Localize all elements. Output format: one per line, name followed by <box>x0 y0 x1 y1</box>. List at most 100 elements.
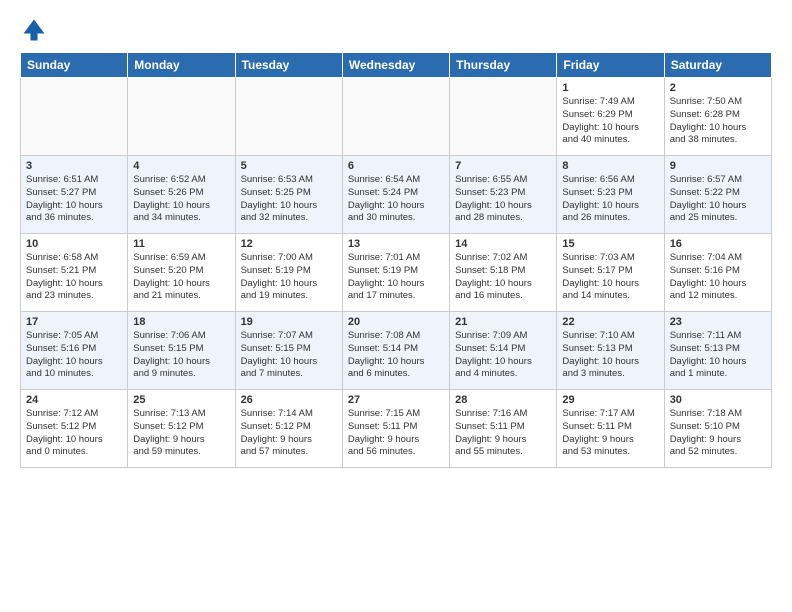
calendar-cell: 15Sunrise: 7:03 AM Sunset: 5:17 PM Dayli… <box>557 234 664 312</box>
page: SundayMondayTuesdayWednesdayThursdayFrid… <box>0 0 792 612</box>
day-info: Sunrise: 6:55 AM Sunset: 5:23 PM Dayligh… <box>455 174 551 225</box>
calendar-cell: 2 Sunrise: 7:50 AM Sunset: 6:28 PM Daylig… <box>664 78 771 156</box>
calendar-cell: 7 Sunrise: 6:55 AM Sunset: 5:23 PM Daylig… <box>450 156 557 234</box>
day-info: Sunrise: 7:09 AM Sunset: 5:14 PM Dayligh… <box>455 330 551 381</box>
day-number: 22 <box>562 316 658 328</box>
day-info: Sunrise: 6:52 AM Sunset: 5:26 PM Dayligh… <box>133 174 229 225</box>
day-number: 2 <box>670 82 766 94</box>
day-info: Sunrise: 7:49 AM Sunset: 6:29 PM Dayligh… <box>562 96 658 147</box>
weekday-header-cell: Saturday <box>664 53 771 78</box>
day-number: 5 <box>241 160 337 172</box>
calendar-cell: 18Sunrise: 7:06 AM Sunset: 5:15 PM Dayli… <box>128 312 235 390</box>
calendar-cell: 28 Sunrise: 7:16 AM Sunset: 5:11 PM Dayli… <box>450 390 557 468</box>
day-number: 16 <box>670 238 766 250</box>
day-number: 14 <box>455 238 551 250</box>
day-number: 17 <box>26 316 122 328</box>
day-info: Sunrise: 7:08 AM Sunset: 5:14 PM Dayligh… <box>348 330 444 381</box>
day-info: Sunrise: 7:15 AM Sunset: 5:11 PM Dayligh… <box>348 408 444 459</box>
calendar-cell: 26 Sunrise: 7:14 AM Sunset: 5:12 PM Dayli… <box>235 390 342 468</box>
calendar-cell: 4 Sunrise: 6:52 AM Sunset: 5:26 PM Daylig… <box>128 156 235 234</box>
calendar-cell: 9Sunrise: 6:57 AM Sunset: 5:22 PM Daylig… <box>664 156 771 234</box>
day-info: Sunrise: 7:12 AM Sunset: 5:12 PM Dayligh… <box>26 408 122 459</box>
day-number: 19 <box>241 316 337 328</box>
day-info: Sunrise: 7:14 AM Sunset: 5:12 PM Dayligh… <box>241 408 337 459</box>
day-number: 8 <box>562 160 658 172</box>
day-number: 27 <box>348 394 444 406</box>
calendar-week-row: 3 Sunrise: 6:51 AM Sunset: 5:27 PM Daylig… <box>21 156 772 234</box>
day-info: Sunrise: 6:56 AM Sunset: 5:23 PM Dayligh… <box>562 174 658 225</box>
day-info: Sunrise: 7:17 AM Sunset: 5:11 PM Dayligh… <box>562 408 658 459</box>
calendar-cell: 14Sunrise: 7:02 AM Sunset: 5:18 PM Dayli… <box>450 234 557 312</box>
day-info: Sunrise: 7:00 AM Sunset: 5:19 PM Dayligh… <box>241 252 337 303</box>
calendar-cell: 23 Sunrise: 7:11 AM Sunset: 5:13 PM Dayli… <box>664 312 771 390</box>
day-info: Sunrise: 6:54 AM Sunset: 5:24 PM Dayligh… <box>348 174 444 225</box>
calendar-week-row: 24 Sunrise: 7:12 AM Sunset: 5:12 PM Dayli… <box>21 390 772 468</box>
day-number: 3 <box>26 160 122 172</box>
header <box>20 16 772 44</box>
calendar-cell: 6 Sunrise: 6:54 AM Sunset: 5:24 PM Daylig… <box>342 156 449 234</box>
calendar-week-row: 1 Sunrise: 7:49 AM Sunset: 6:29 PM Daylig… <box>21 78 772 156</box>
day-number: 18 <box>133 316 229 328</box>
calendar-cell: 1 Sunrise: 7:49 AM Sunset: 6:29 PM Daylig… <box>557 78 664 156</box>
calendar-header-row: SundayMondayTuesdayWednesdayThursdayFrid… <box>21 53 772 78</box>
day-info: Sunrise: 7:50 AM Sunset: 6:28 PM Dayligh… <box>670 96 766 147</box>
calendar-cell: 8 Sunrise: 6:56 AM Sunset: 5:23 PM Daylig… <box>557 156 664 234</box>
calendar-cell: 3 Sunrise: 6:51 AM Sunset: 5:27 PM Daylig… <box>21 156 128 234</box>
day-info: Sunrise: 6:53 AM Sunset: 5:25 PM Dayligh… <box>241 174 337 225</box>
day-info: Sunrise: 7:05 AM Sunset: 5:16 PM Dayligh… <box>26 330 122 381</box>
day-info: Sunrise: 6:57 AM Sunset: 5:22 PM Dayligh… <box>670 174 766 225</box>
day-number: 23 <box>670 316 766 328</box>
day-number: 10 <box>26 238 122 250</box>
calendar-body: 1 Sunrise: 7:49 AM Sunset: 6:29 PM Daylig… <box>21 78 772 468</box>
calendar-cell <box>235 78 342 156</box>
day-number: 29 <box>562 394 658 406</box>
day-number: 25 <box>133 394 229 406</box>
day-number: 15 <box>562 238 658 250</box>
calendar-cell: 16 Sunrise: 7:04 AM Sunset: 5:16 PM Dayli… <box>664 234 771 312</box>
calendar-cell: 19 Sunrise: 7:07 AM Sunset: 5:15 PM Dayli… <box>235 312 342 390</box>
calendar-cell: 22 Sunrise: 7:10 AM Sunset: 5:13 PM Dayli… <box>557 312 664 390</box>
day-number: 24 <box>26 394 122 406</box>
calendar-cell: 5 Sunrise: 6:53 AM Sunset: 5:25 PM Daylig… <box>235 156 342 234</box>
calendar-table: SundayMondayTuesdayWednesdayThursdayFrid… <box>20 52 772 468</box>
day-number: 21 <box>455 316 551 328</box>
day-number: 7 <box>455 160 551 172</box>
day-number: 1 <box>562 82 658 94</box>
day-info: Sunrise: 7:16 AM Sunset: 5:11 PM Dayligh… <box>455 408 551 459</box>
day-info: Sunrise: 7:07 AM Sunset: 5:15 PM Dayligh… <box>241 330 337 381</box>
day-info: Sunrise: 7:11 AM Sunset: 5:13 PM Dayligh… <box>670 330 766 381</box>
day-number: 12 <box>241 238 337 250</box>
day-number: 4 <box>133 160 229 172</box>
calendar-cell: 13 Sunrise: 7:01 AM Sunset: 5:19 PM Dayli… <box>342 234 449 312</box>
calendar-cell: 24 Sunrise: 7:12 AM Sunset: 5:12 PM Dayli… <box>21 390 128 468</box>
day-number: 26 <box>241 394 337 406</box>
weekday-header-cell: Monday <box>128 53 235 78</box>
day-info: Sunrise: 7:10 AM Sunset: 5:13 PM Dayligh… <box>562 330 658 381</box>
calendar-cell: 12 Sunrise: 7:00 AM Sunset: 5:19 PM Dayli… <box>235 234 342 312</box>
day-info: Sunrise: 7:13 AM Sunset: 5:12 PM Dayligh… <box>133 408 229 459</box>
day-info: Sunrise: 7:01 AM Sunset: 5:19 PM Dayligh… <box>348 252 444 303</box>
calendar-cell <box>342 78 449 156</box>
logo-icon <box>20 16 48 44</box>
day-number: 13 <box>348 238 444 250</box>
calendar-cell: 20 Sunrise: 7:08 AM Sunset: 5:14 PM Dayli… <box>342 312 449 390</box>
day-number: 6 <box>348 160 444 172</box>
calendar-cell <box>21 78 128 156</box>
calendar-cell <box>128 78 235 156</box>
day-number: 20 <box>348 316 444 328</box>
day-info: Sunrise: 7:18 AM Sunset: 5:10 PM Dayligh… <box>670 408 766 459</box>
calendar-cell: 21 Sunrise: 7:09 AM Sunset: 5:14 PM Dayli… <box>450 312 557 390</box>
calendar-cell: 30 Sunrise: 7:18 AM Sunset: 5:10 PM Dayli… <box>664 390 771 468</box>
day-number: 11 <box>133 238 229 250</box>
calendar-cell: 27 Sunrise: 7:15 AM Sunset: 5:11 PM Dayli… <box>342 390 449 468</box>
calendar-cell: 17 Sunrise: 7:05 AM Sunset: 5:16 PM Dayli… <box>21 312 128 390</box>
day-number: 30 <box>670 394 766 406</box>
calendar-week-row: 10Sunrise: 6:58 AM Sunset: 5:21 PM Dayli… <box>21 234 772 312</box>
day-info: Sunrise: 7:04 AM Sunset: 5:16 PM Dayligh… <box>670 252 766 303</box>
weekday-header-cell: Thursday <box>450 53 557 78</box>
day-number: 28 <box>455 394 551 406</box>
weekday-header-cell: Tuesday <box>235 53 342 78</box>
weekday-header-cell: Wednesday <box>342 53 449 78</box>
calendar-cell: 10Sunrise: 6:58 AM Sunset: 5:21 PM Dayli… <box>21 234 128 312</box>
day-info: Sunrise: 6:51 AM Sunset: 5:27 PM Dayligh… <box>26 174 122 225</box>
